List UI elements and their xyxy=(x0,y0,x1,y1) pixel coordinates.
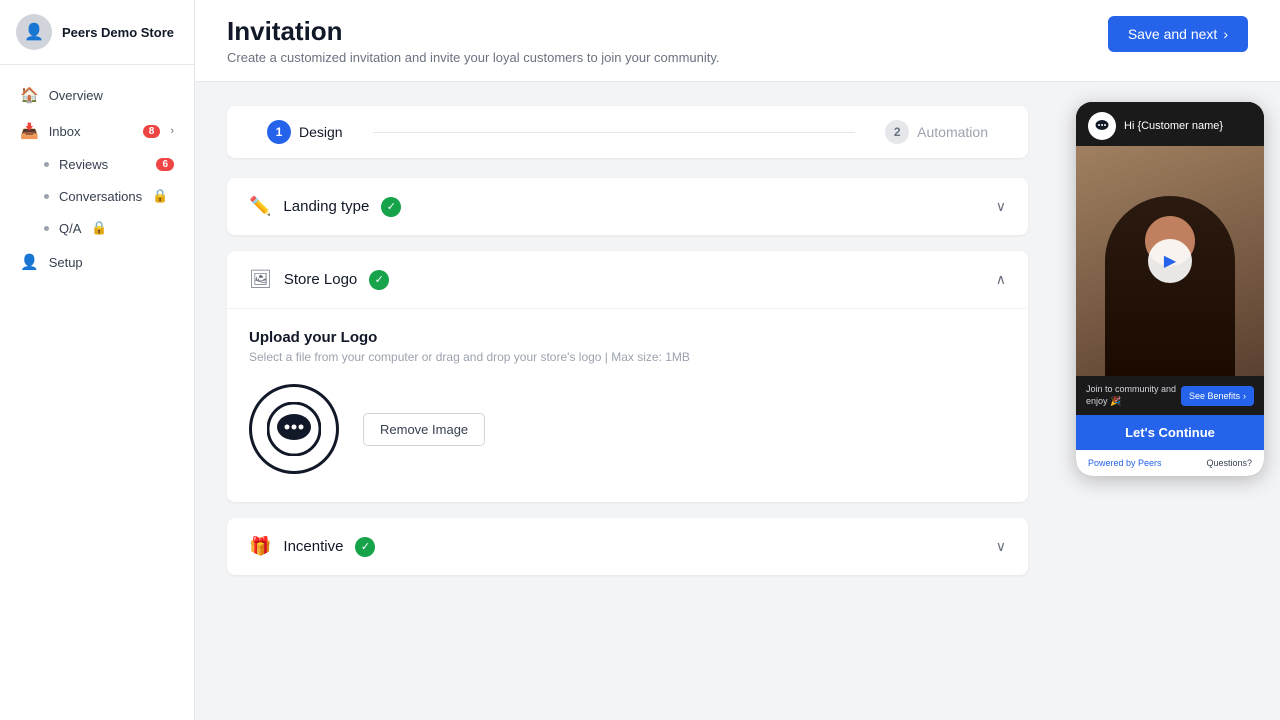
dot-icon xyxy=(44,226,49,231)
sidebar-item-label: Overview xyxy=(49,88,103,103)
step-circle-automation: 2 xyxy=(885,120,909,144)
dot-icon xyxy=(44,194,49,199)
step-label-automation: Automation xyxy=(917,124,988,140)
stepper: 1 Design 2 Automation xyxy=(227,106,1028,158)
phone-mockup: Hi {Customer name} ▶ Join to community a… xyxy=(1076,102,1264,476)
reviews-badge: 6 xyxy=(156,158,174,171)
phone-footer: Powered by Peers Questions? xyxy=(1076,450,1264,476)
form-area: 1 Design 2 Automation ✏️ Landing xyxy=(195,82,1060,720)
landing-type-header[interactable]: ✏️ Landing type ✓ ∨ xyxy=(227,178,1028,235)
questions-link[interactable]: Questions? xyxy=(1206,458,1252,468)
incentive-title: Incentive xyxy=(283,538,343,555)
person-icon: 👤 xyxy=(20,253,39,271)
landing-type-section: ✏️ Landing type ✓ ∨ xyxy=(227,178,1028,235)
incentive-chevron[interactable]: ∨ xyxy=(996,538,1006,555)
play-button[interactable]: ▶ xyxy=(1148,239,1192,283)
person-silhouette xyxy=(1105,196,1235,376)
step-circle-design: 1 xyxy=(267,120,291,144)
dot-icon xyxy=(44,162,49,167)
home-icon: 🏠 xyxy=(20,86,39,104)
phone-top-bar: Hi {Customer name} xyxy=(1076,102,1264,146)
landing-type-icon: ✏️ xyxy=(249,196,271,217)
lock-icon: 🔒 xyxy=(152,188,168,204)
sidebar-item-inbox[interactable]: 📥 Inbox 8 › xyxy=(0,113,194,149)
save-next-label: Save and next xyxy=(1128,26,1218,42)
incentive-section: 🎁 Incentive ✓ ∨ xyxy=(227,518,1028,575)
sidebar-item-conversations[interactable]: Conversations 🔒 xyxy=(0,180,194,212)
upload-subtitle: Select a file from your computer or drag… xyxy=(249,350,1006,364)
sidebar-item-label: Setup xyxy=(49,255,83,270)
step-automation[interactable]: 2 Automation xyxy=(885,120,988,144)
arrow-icon: › xyxy=(1243,391,1246,401)
landing-type-chevron[interactable]: ∨ xyxy=(996,198,1006,215)
remove-image-button[interactable]: Remove Image xyxy=(363,413,485,446)
lock-icon: 🔒 xyxy=(91,220,107,236)
landing-type-header-left: ✏️ Landing type ✓ xyxy=(249,196,401,217)
sidebar-item-label: Conversations xyxy=(59,189,142,204)
logo-row: Remove Image xyxy=(249,384,1006,474)
logo-preview xyxy=(249,384,339,474)
store-logo-body: Upload your Logo Select a file from your… xyxy=(227,308,1028,502)
sidebar-item-label: Inbox xyxy=(49,124,81,139)
lets-continue-button[interactable]: Let's Continue xyxy=(1076,415,1264,450)
sidebar-item-label: Q/A xyxy=(59,221,81,236)
chevron-down-icon: › xyxy=(170,125,174,137)
store-logo-header[interactable]: 🖼 Store Logo ✓ ∧ xyxy=(227,251,1028,308)
store-logo-section: 🖼 Store Logo ✓ ∧ Upload your Logo Select… xyxy=(227,251,1028,502)
store-logo-check: ✓ xyxy=(369,270,389,290)
store-logo-chevron[interactable]: ∧ xyxy=(996,271,1006,288)
sidebar-item-label: Reviews xyxy=(59,157,108,172)
landing-type-title: Landing type xyxy=(283,198,369,215)
sidebar-header[interactable]: 👤 Peers Demo Store xyxy=(0,0,194,65)
page-title: Invitation xyxy=(227,16,720,47)
sidebar-item-reviews[interactable]: Reviews 6 xyxy=(0,149,194,180)
phone-greeting: Hi {Customer name} xyxy=(1124,120,1223,132)
see-benefits-label: See Benefits xyxy=(1189,391,1240,401)
preview-panel: Hi {Customer name} ▶ Join to community a… xyxy=(1060,82,1280,720)
topbar: Invitation Create a customized invitatio… xyxy=(195,0,1280,82)
incentive-check: ✓ xyxy=(355,537,375,557)
store-logo-icon: 🖼 xyxy=(249,269,272,290)
sidebar: 👤 Peers Demo Store 🏠 Overview 📥 Inbox 8 … xyxy=(0,0,195,720)
step-label-design: Design xyxy=(299,124,343,140)
page-subtitle: Create a customized invitation and invit… xyxy=(227,50,720,65)
landing-type-check: ✓ xyxy=(381,197,401,217)
incentive-icon: 🎁 xyxy=(249,536,271,557)
sidebar-item-overview[interactable]: 🏠 Overview xyxy=(0,77,194,113)
see-benefits-button[interactable]: See Benefits › xyxy=(1181,386,1254,406)
phone-video-area: ▶ xyxy=(1076,146,1264,376)
page-title-section: Invitation Create a customized invitatio… xyxy=(227,16,720,65)
incentive-header[interactable]: 🎁 Incentive ✓ ∨ xyxy=(227,518,1028,575)
save-next-button[interactable]: Save and next › xyxy=(1108,16,1248,52)
store-logo-title: Store Logo xyxy=(284,271,357,288)
inbox-badge: 8 xyxy=(143,125,161,138)
main-area: Invitation Create a customized invitatio… xyxy=(195,0,1280,720)
content-layout: 1 Design 2 Automation ✏️ Landing xyxy=(195,82,1280,720)
incentive-header-left: 🎁 Incentive ✓ xyxy=(249,536,375,557)
sidebar-nav: 🏠 Overview 📥 Inbox 8 › Reviews 6 Convers… xyxy=(0,65,194,720)
inbox-icon: 📥 xyxy=(20,122,39,140)
phone-join-bar: Join to community and enjoy 🎉 See Benefi… xyxy=(1076,376,1264,415)
step-divider xyxy=(373,132,856,133)
sidebar-item-setup[interactable]: 👤 Setup xyxy=(0,244,194,280)
sidebar-item-qa[interactable]: Q/A 🔒 xyxy=(0,212,194,244)
chat-logo-svg xyxy=(267,402,321,456)
arrow-icon: › xyxy=(1223,26,1228,42)
store-logo-header-left: 🖼 Store Logo ✓ xyxy=(249,269,389,290)
upload-title: Upload your Logo xyxy=(249,329,1006,346)
phone-chat-logo xyxy=(1088,112,1116,140)
avatar: 👤 xyxy=(16,14,52,50)
powered-by: Powered by Peers xyxy=(1088,458,1162,468)
store-name: Peers Demo Store xyxy=(62,25,174,40)
join-text: Join to community and enjoy 🎉 xyxy=(1086,384,1181,407)
step-design[interactable]: 1 Design xyxy=(267,120,343,144)
